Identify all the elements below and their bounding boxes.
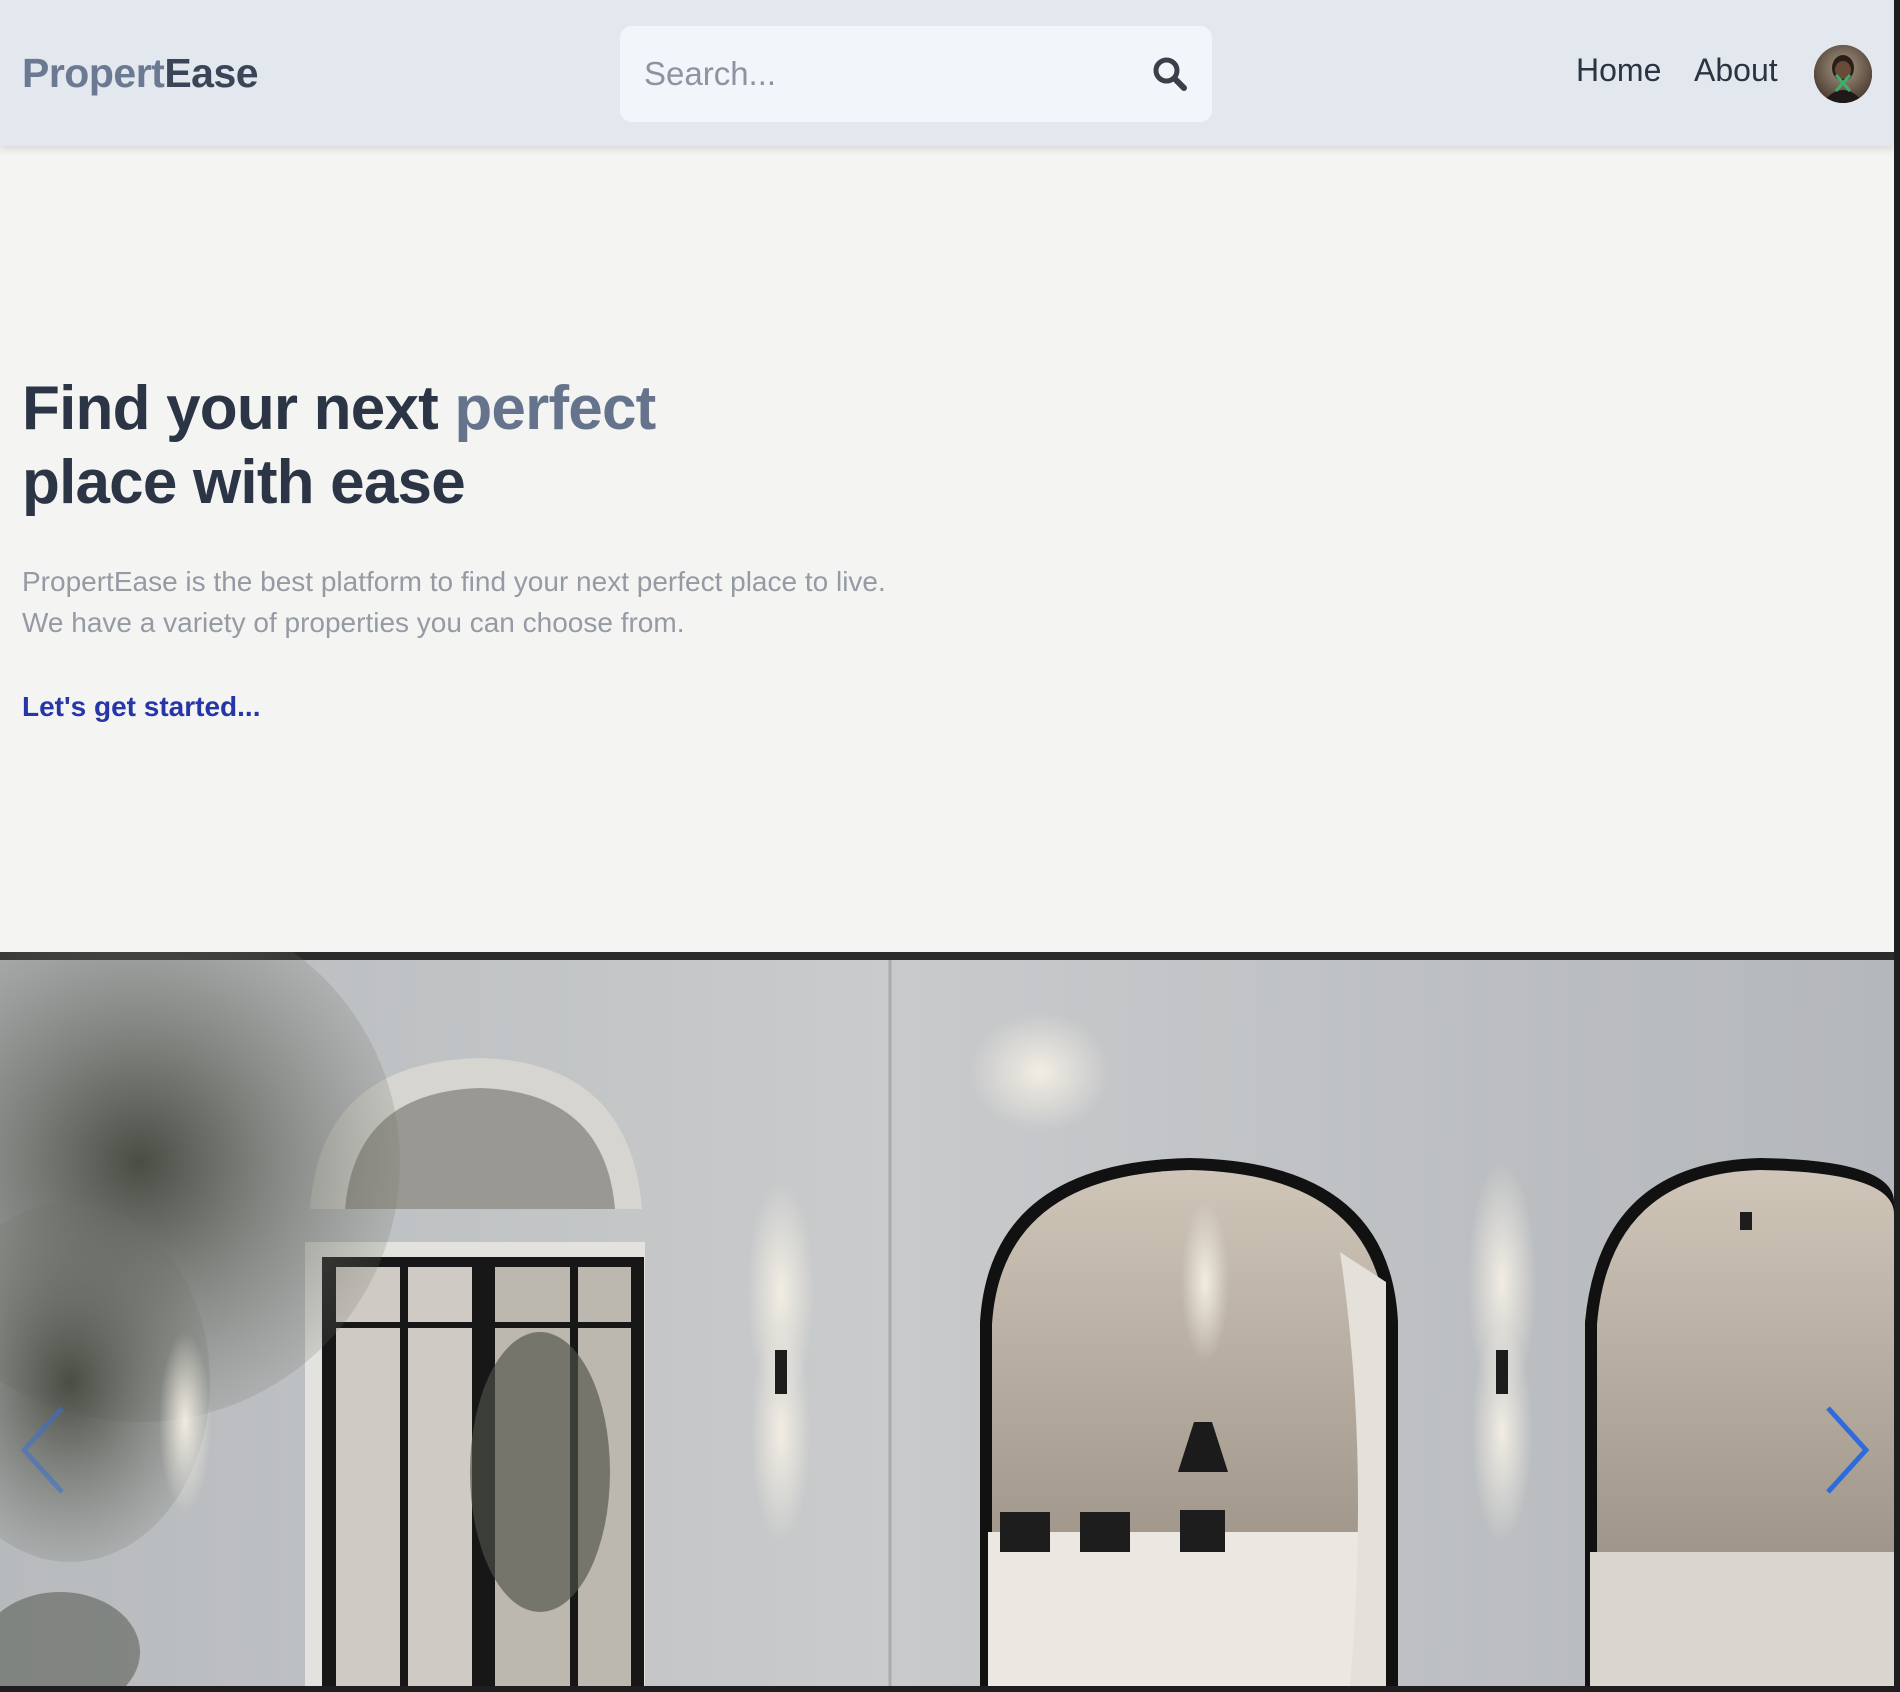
hero-heading-accent: perfect [454,374,656,443]
hero-heading: Find your next perfect place with ease [22,372,922,520]
property-carousel [0,952,1894,1686]
hero-heading-end: place with ease [22,448,466,517]
search-box [620,26,1212,122]
nav-about-link[interactable]: About [1694,52,1778,89]
avatar-image [1814,45,1872,103]
carousel-slide-image [0,952,1894,1686]
top-navbar: PropertEase Home About [0,0,1894,146]
hero-heading-start: Find your next [22,374,455,443]
brand-logo[interactable]: PropertEase [22,50,259,97]
carousel-prev-button[interactable] [14,1400,74,1500]
carousel-next-button[interactable] [1816,1400,1876,1500]
hero-description: PropertEase is the best platform to find… [22,561,1022,643]
hero-description-line1: PropertEase is the best platform to find… [22,566,886,597]
user-avatar[interactable] [1814,45,1872,103]
brand-logo-part1: Propert [22,50,165,96]
brand-logo-part2: Ease [164,50,259,96]
search-icon[interactable] [1150,54,1190,94]
hero-description-line2: We have a variety of properties you can … [22,607,685,638]
search-input[interactable] [620,26,1212,122]
nav-home-link[interactable]: Home [1576,52,1661,89]
get-started-link[interactable]: Let's get started... [22,691,261,723]
page: PropertEase Home About [0,0,1894,1686]
